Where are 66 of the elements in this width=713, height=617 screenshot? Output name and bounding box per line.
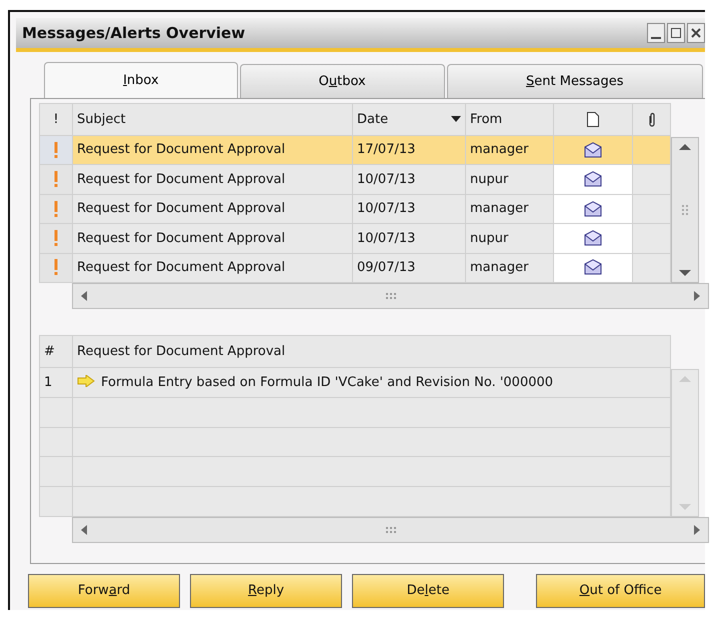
tab[interactable]: Outbox (240, 64, 445, 98)
table-cell: Request for Document Approval (77, 172, 286, 187)
action-button[interactable]: Out of Office (536, 574, 705, 608)
left-arrow-icon (81, 291, 87, 301)
horizontal-scrollbar[interactable] (72, 517, 709, 543)
column-header[interactable]: Subject (72, 104, 352, 136)
right-arrow-icon (694, 291, 700, 301)
window-title: Messages/Alerts Overview (22, 22, 246, 44)
tab[interactable]: Sent Messages (446, 64, 703, 98)
message-row[interactable]: Request for Document Approval 10/07/13 nupur (40, 224, 670, 254)
left-arrow-icon (81, 525, 87, 535)
table-cell: manager (470, 260, 528, 276)
paperclip-icon (648, 112, 656, 127)
column-header[interactable]: # (40, 336, 72, 368)
column-header[interactable]: Request for Document Approval (72, 336, 670, 368)
table-cell: nupur (470, 230, 508, 246)
arrow-icon (77, 374, 95, 387)
horizontal-scrollbar[interactable] (72, 283, 709, 309)
row-number: 1 (44, 374, 52, 390)
table-cell: 09/07/13 (357, 260, 416, 276)
envelope-icon (584, 142, 602, 158)
action-button[interactable]: Forward (28, 574, 180, 608)
right-arrow-icon (694, 525, 700, 535)
grip-icon (682, 205, 688, 215)
column-header[interactable]: Date (352, 104, 466, 136)
action-button[interactable]: Delete (352, 574, 504, 608)
vertical-scrollbar[interactable] (671, 137, 699, 283)
up-arrow-icon (679, 376, 691, 382)
message-row[interactable]: Request for Document Approval 10/07/13 nupur (40, 164, 670, 194)
grip-icon (386, 293, 396, 299)
up-arrow-icon (679, 144, 691, 150)
column-header[interactable]: From (466, 104, 554, 136)
table-cell: 10/07/13 (357, 172, 416, 187)
detail-text: Formula Entry based on Formula ID 'VCake' and Revision No. '000000 (101, 374, 554, 390)
envelope-icon (584, 230, 602, 246)
table-cell: Request for Document Approval (77, 142, 286, 158)
vertical-scrollbar[interactable] (671, 369, 699, 517)
message-row[interactable]: Request for Document Approval 17/07/13 manager (40, 136, 670, 165)
maximize-button[interactable] (667, 23, 685, 43)
table-cell: Request for Document Approval (77, 260, 286, 276)
table-cell: nupur (470, 172, 508, 187)
envelope-icon (584, 259, 602, 276)
message-row[interactable]: Request for Document Approval 10/07/13 manager (40, 194, 670, 224)
table-cell: manager (470, 142, 528, 158)
table-cell: Request for Document Approval (77, 230, 286, 246)
envelope-icon (584, 171, 602, 188)
minimize-icon (651, 37, 661, 39)
table-cell: 10/07/13 (357, 201, 416, 216)
table-cell: 17/07/13 (357, 142, 416, 158)
table-cell: manager (470, 201, 528, 216)
down-arrow-icon (679, 270, 691, 276)
close-button[interactable] (687, 23, 705, 43)
envelope-icon (584, 200, 602, 217)
document-icon (587, 112, 599, 127)
maximize-icon (671, 28, 681, 38)
tab[interactable]: Inbox (44, 62, 238, 98)
action-button[interactable]: Reply (190, 574, 342, 608)
down-arrow-icon (679, 504, 691, 510)
close-icon (691, 28, 701, 38)
table-cell: 10/07/13 (357, 230, 416, 246)
sort-arrow-icon (451, 116, 461, 122)
column-header[interactable]: ! (40, 104, 72, 136)
minimize-button[interactable] (647, 23, 665, 43)
table-cell: Request for Document Approval (77, 201, 286, 216)
grip-icon (386, 527, 396, 533)
message-row[interactable]: Request for Document Approval 09/07/13 manager (40, 253, 670, 282)
